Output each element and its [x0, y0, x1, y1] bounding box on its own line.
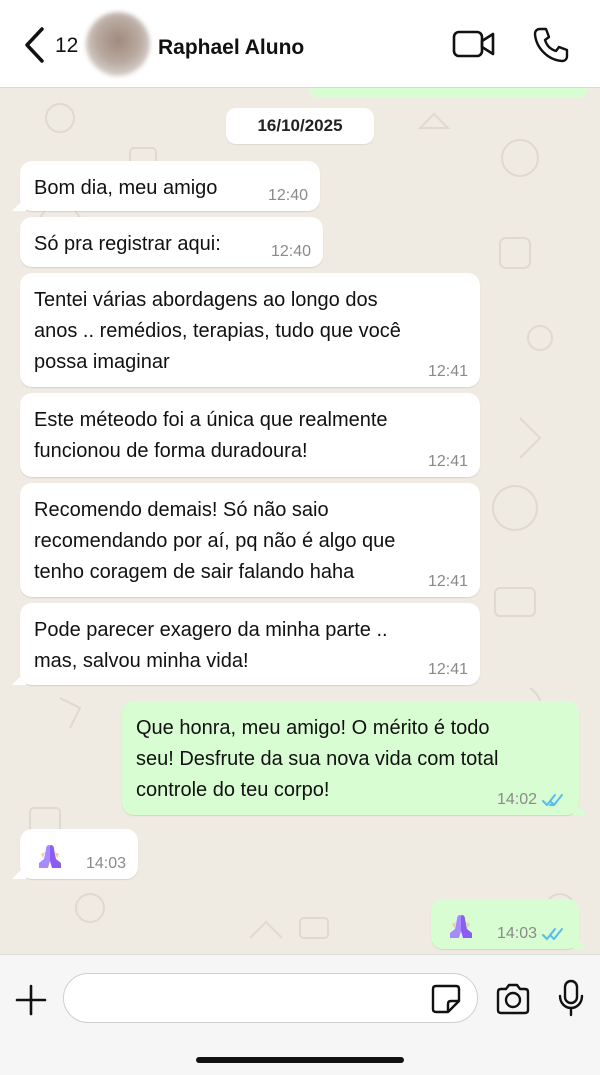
message-time: 14:03 [496, 925, 537, 942]
message-text-line: anos .. remédios, terapias, tudo que voc… [34, 320, 401, 342]
message-time: 12:41 [427, 453, 468, 470]
message-text-line: seu! Desfrute da sua nova vida com total [136, 748, 499, 770]
home-indicator [196, 1057, 404, 1063]
praying-hands-icon [39, 845, 61, 868]
message-bubble-incoming[interactable]: 14:03 [12, 829, 138, 879]
message-text: Bom dia, meu amigo [34, 177, 218, 199]
message-text-line: Tentei várias abordagens ao longo dos [34, 289, 378, 311]
video-call-icon[interactable] [452, 28, 496, 62]
plus-icon[interactable] [14, 983, 48, 1017]
message-list[interactable]: 16/10/2025 Bom dia, meu amigo 12:40 Só p… [0, 88, 600, 954]
message-composer [0, 954, 600, 1075]
chat-header: 12 Raphael Aluno [0, 0, 600, 88]
read-receipt-icon [542, 794, 563, 807]
message-text-line: Este méteodo foi a única que realmente [34, 409, 388, 431]
message-time: 12:41 [427, 661, 468, 678]
message-bubble-incoming[interactable]: Pode parecer exagero da minha parte .. m… [12, 603, 480, 685]
message-time: 12:40 [267, 187, 308, 204]
bubble-tail [573, 935, 587, 949]
back-chevron-icon[interactable] [22, 26, 48, 64]
message-bubble-incoming[interactable]: Bom dia, meu amigo 12:40 [12, 161, 320, 211]
message-bubble-incoming[interactable]: Este méteodo foi a única que realmente f… [20, 393, 480, 477]
read-receipt-icon [542, 928, 563, 941]
sticker-icon[interactable] [430, 983, 462, 1015]
praying-hands-icon [450, 915, 472, 938]
message-text-line: possa imaginar [34, 351, 170, 373]
message-bubble-incoming[interactable]: Só pra registrar aqui: 12:40 [20, 217, 323, 267]
message-input[interactable] [63, 973, 478, 1023]
message-text-line: mas, salvou minha vida! [34, 650, 249, 672]
microphone-icon[interactable] [557, 979, 585, 1017]
message-time: 12:41 [427, 573, 468, 590]
message-bubble-incoming[interactable]: Recomendo demais! Só não saio recomendan… [20, 483, 480, 597]
message-text-line: recomendando por aí, pq não é algo que [34, 530, 396, 552]
camera-icon[interactable] [495, 983, 531, 1015]
message-text-line: tenho coragem de sair falando haha [34, 561, 355, 583]
message-text-line: Que honra, meu amigo! O mérito é todo [136, 717, 490, 739]
message-text: Só pra registrar aqui: [34, 233, 221, 255]
message-time: 12:40 [270, 243, 311, 260]
phone-call-icon[interactable] [532, 26, 570, 64]
message-bubble-outgoing[interactable]: 14:03 [431, 899, 587, 949]
message-text-line: funcionou de forma duradoura! [34, 440, 308, 462]
previous-message-bubble [310, 88, 588, 98]
message-bubble-incoming[interactable]: Tentei várias abordagens ao longo dos an… [20, 273, 480, 387]
message-time: 14:02 [496, 791, 537, 808]
bubble-tail [12, 197, 26, 211]
message-bubble-outgoing[interactable]: Que honra, meu amigo! O mérito é todo se… [122, 701, 587, 815]
bubble-tail [12, 865, 26, 879]
bubble-tail [12, 671, 26, 685]
bubble-tail [573, 801, 587, 815]
contact-avatar[interactable] [86, 12, 150, 76]
message-text-line: Pode parecer exagero da minha parte .. [34, 619, 388, 641]
message-text-line: Recomendo demais! Só não saio [34, 499, 329, 521]
contact-name[interactable]: Raphael Aluno [158, 36, 304, 60]
message-time: 14:03 [85, 855, 126, 872]
date-separator: 16/10/2025 [226, 108, 374, 144]
unread-count[interactable]: 12 [55, 34, 78, 58]
message-time: 12:41 [427, 363, 468, 380]
